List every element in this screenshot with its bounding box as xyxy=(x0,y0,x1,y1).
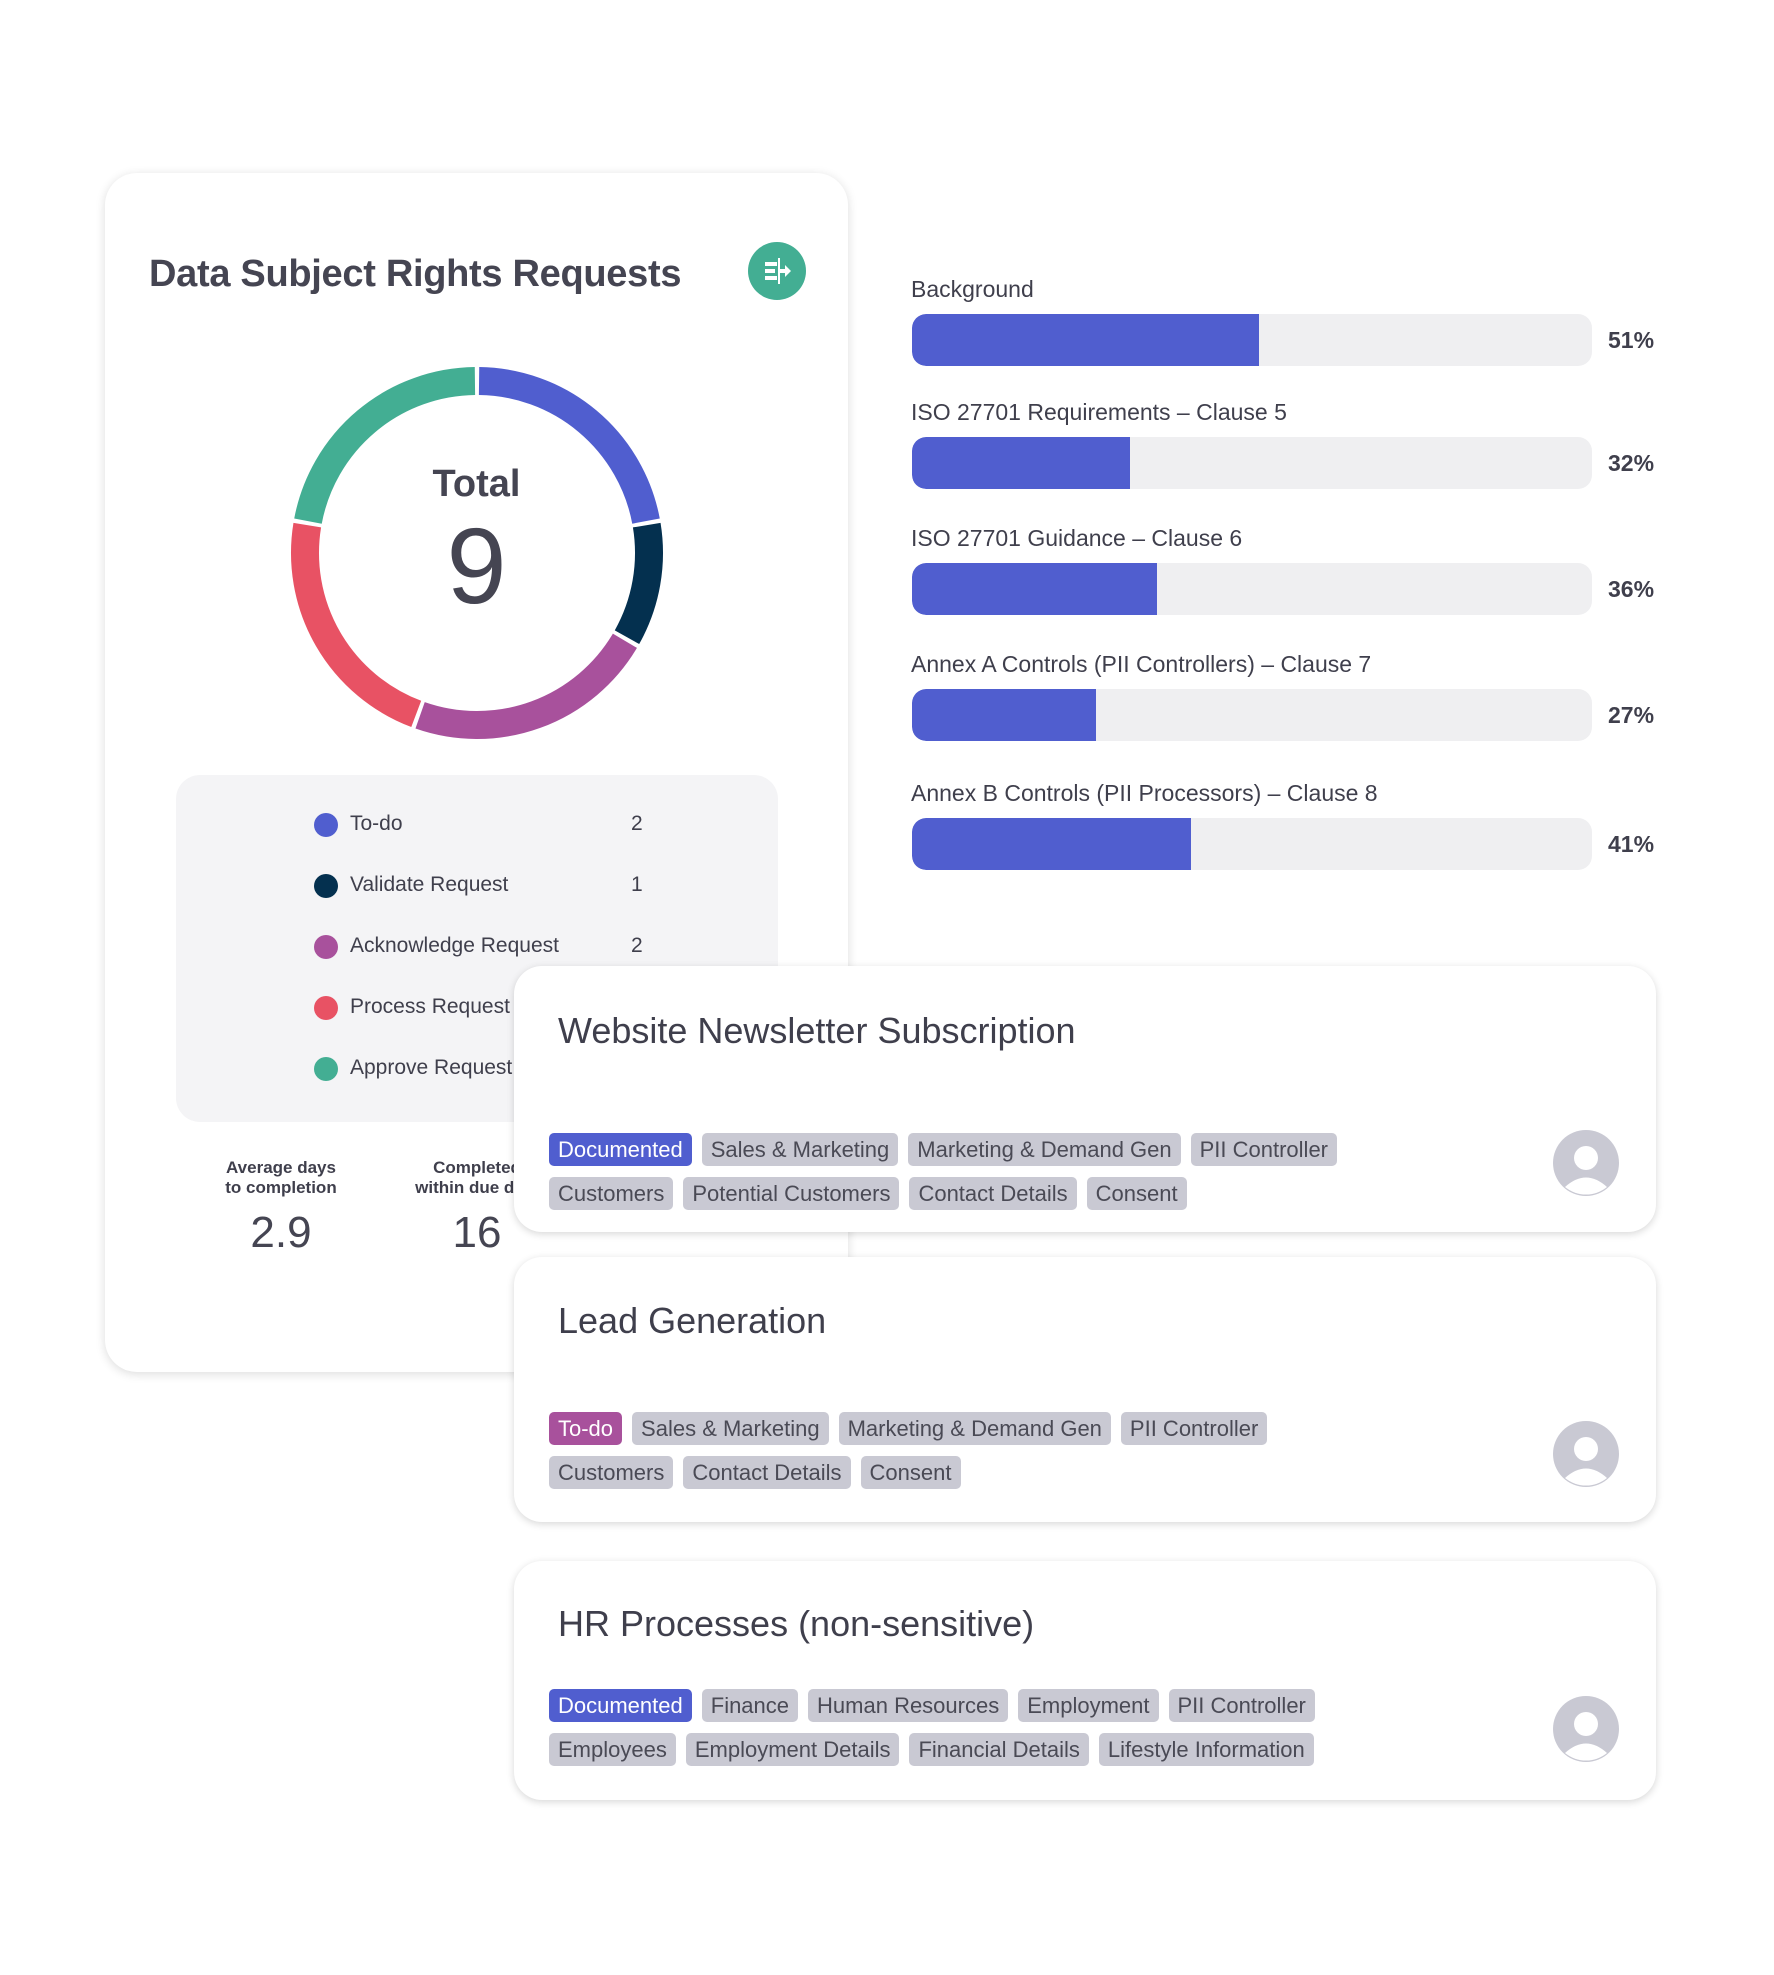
record-title[interactable]: Website Newsletter Subscription xyxy=(558,1010,1076,1052)
stat-average-days: Average days to completion 2.9 xyxy=(181,1158,381,1258)
legend-item: Validate Request 1 xyxy=(176,871,778,901)
tag[interactable]: Contact Details xyxy=(683,1456,851,1489)
legend-dot-icon xyxy=(314,874,338,898)
record-card[interactable]: HR Processes (non-sensitive) Documented F… xyxy=(514,1561,1656,1800)
tag-row: Customers Contact Details Consent xyxy=(549,1456,1267,1489)
tag[interactable]: Customers xyxy=(549,1456,674,1489)
record-title[interactable]: Lead Generation xyxy=(558,1300,826,1342)
record-card[interactable]: Website Newsletter Subscription Document… xyxy=(514,966,1656,1232)
progress-label: Annex A Controls (PII Controllers) – Cla… xyxy=(911,651,1372,677)
export-button[interactable] xyxy=(748,242,806,300)
progress-label: Background xyxy=(911,276,1034,302)
status-badge[interactable]: Documented xyxy=(549,1133,692,1166)
progress-bar xyxy=(912,689,1592,741)
tag[interactable]: Employment xyxy=(1018,1689,1159,1722)
tag-row: To-do Sales & Marketing Marketing & Demand… xyxy=(549,1412,1268,1445)
user-avatar-icon[interactable] xyxy=(1553,1421,1619,1487)
tag[interactable]: Employees xyxy=(549,1733,676,1766)
progress-bar xyxy=(912,314,1592,366)
progress-percent: 32% xyxy=(1608,450,1655,476)
tag[interactable]: Marketing & Demand Gen xyxy=(908,1133,1181,1166)
progress-percent: 41% xyxy=(1608,831,1655,857)
progress-percent: 27% xyxy=(1608,702,1655,728)
legend-item: Acknowledge Request 2 xyxy=(176,932,778,962)
user-avatar-icon[interactable] xyxy=(1553,1130,1619,1196)
total-value: 9 xyxy=(446,505,507,626)
status-badge[interactable]: Documented xyxy=(549,1689,692,1722)
legend-dot-icon xyxy=(314,996,338,1020)
progress-bar xyxy=(912,818,1592,870)
stat-value: 2.9 xyxy=(250,1208,312,1257)
progress-fill xyxy=(912,437,1130,489)
tag[interactable]: Consent xyxy=(860,1456,961,1489)
tag-row: Customers Potential Customers Contact Deta… xyxy=(549,1177,1337,1210)
tag[interactable]: Contact Details xyxy=(909,1177,1077,1210)
progress-bar xyxy=(912,437,1592,489)
legend-item: To-do 2 xyxy=(176,810,778,840)
tag-row: Employees Employment Details Financial Det… xyxy=(549,1733,1315,1766)
tag-list: To-do Sales & Marketing Marketing & Demand… xyxy=(549,1412,1268,1500)
tag[interactable]: Sales & Marketing xyxy=(701,1133,899,1166)
legend-count: 2 xyxy=(631,812,643,835)
progress-fill xyxy=(912,563,1157,615)
legend-dot-icon xyxy=(314,1057,338,1081)
donut-segment-acknowledge-request xyxy=(415,633,637,739)
tag[interactable]: Employment Details xyxy=(685,1733,900,1766)
status-badge[interactable]: To-do xyxy=(549,1412,623,1445)
card-title: Data Subject Rights Requests xyxy=(149,253,682,295)
tag-list: Documented Finance Human Resources Employme… xyxy=(549,1689,1315,1777)
tag[interactable]: PII Controller xyxy=(1120,1412,1268,1445)
progress-fill xyxy=(912,689,1096,741)
progress-fill xyxy=(912,314,1259,366)
tag[interactable]: Lifestyle Information xyxy=(1098,1733,1314,1766)
export-arrow-icon xyxy=(765,258,791,284)
progress-label: ISO 27701 Requirements – Clause 5 xyxy=(911,399,1287,425)
legend-label: Validate Request xyxy=(350,873,509,896)
stat-label: Average days to completion xyxy=(225,1158,337,1197)
legend-dot-icon xyxy=(314,813,338,837)
tag[interactable]: PII Controller xyxy=(1168,1689,1315,1722)
legend-label: To-do xyxy=(350,812,403,835)
progress-bar xyxy=(912,563,1592,615)
tag[interactable]: Marketing & Demand Gen xyxy=(838,1412,1111,1445)
tag[interactable]: Customers xyxy=(549,1177,674,1210)
tag[interactable]: Finance xyxy=(701,1689,799,1722)
record-card[interactable]: Lead Generation To-do Sales & Marketing Ma… xyxy=(514,1257,1656,1522)
progress-percent: 36% xyxy=(1608,576,1655,602)
legend-label: Approve Request xyxy=(350,1056,513,1079)
tag[interactable]: Potential Customers xyxy=(683,1177,900,1210)
progress-label: Annex B Controls (PII Processors) – Clau… xyxy=(911,780,1378,806)
legend-label: Process Request xyxy=(350,995,510,1018)
total-label: Total xyxy=(432,463,521,505)
tag-row: Documented Sales & Marketing Marketing & D… xyxy=(549,1133,1338,1166)
tag[interactable]: Financial Details xyxy=(909,1733,1089,1766)
tag[interactable]: PII Controller xyxy=(1190,1133,1338,1166)
progress-percent: 51% xyxy=(1608,327,1655,353)
legend-label: Acknowledge Request xyxy=(350,934,559,957)
user-avatar-icon[interactable] xyxy=(1553,1696,1619,1762)
tag[interactable]: Consent xyxy=(1086,1177,1187,1210)
record-title[interactable]: HR Processes (non-sensitive) xyxy=(558,1603,1034,1645)
tag[interactable]: Sales & Marketing xyxy=(632,1412,829,1445)
tag-row: Documented Finance Human Resources Employme… xyxy=(549,1689,1315,1722)
progress-label: ISO 27701 Guidance – Clause 6 xyxy=(911,525,1243,551)
legend-count: 1 xyxy=(631,873,643,896)
tag[interactable]: Human Resources xyxy=(808,1689,1009,1722)
tag-list: Documented Sales & Marketing Marketing & D… xyxy=(549,1133,1338,1221)
legend-count: 2 xyxy=(631,934,643,957)
legend-dot-icon xyxy=(314,935,338,959)
progress-fill xyxy=(912,818,1191,870)
